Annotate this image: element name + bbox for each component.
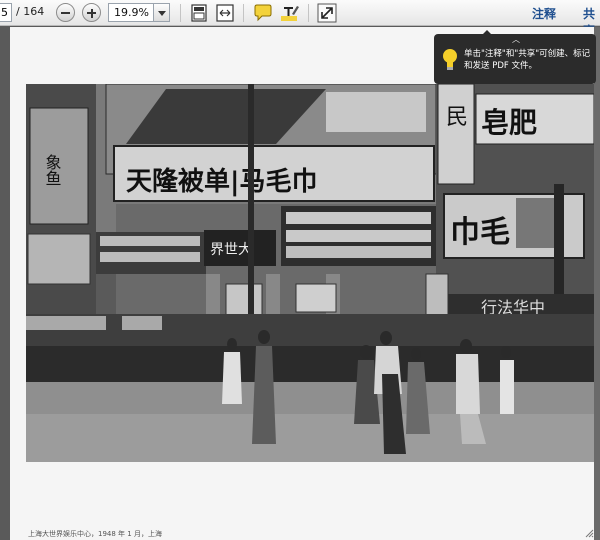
page-number-input[interactable]: 5 [0, 3, 12, 22]
zoom-level-field[interactable]: 19.9% [108, 3, 154, 22]
center-sign-text: 界世大 [210, 242, 252, 258]
scrollbar-gutter [594, 27, 600, 540]
toolbar-divider [243, 4, 244, 22]
tooltip-text: 单击"注释"和"共享"可创建、标记和发送 PDF 文件。 [464, 49, 591, 71]
highlight-text-button[interactable] [278, 2, 300, 24]
highlighter-icon [281, 6, 299, 21]
street-photo-image: 象鱼 天隆被单|马毛巾 界世大 民 皂肥 巾毛 行法华中 [26, 84, 594, 462]
speech-bubble-icon [254, 4, 272, 22]
zoom-in-button[interactable] [82, 3, 101, 22]
toolbar-divider [180, 4, 181, 22]
photo-caption: 上海大世界娱乐中心，1948 年 1 月，上海 [28, 530, 162, 538]
main-banner-text: 天隆被单|马毛巾 [126, 167, 318, 197]
towel-sign-text: 巾毛 [450, 215, 510, 250]
fit-width-icon [216, 4, 234, 22]
collapse-chevron-icon[interactable]: ︿ [512, 36, 520, 44]
comment-panel-link[interactable]: 注释 [532, 5, 556, 22]
soap-sign-text: 皂肥 [481, 106, 537, 139]
left-sign-text: 象鱼 [43, 154, 62, 186]
minus-icon [61, 12, 70, 14]
expand-button[interactable] [316, 2, 338, 24]
resize-grip-icon[interactable] [584, 528, 594, 538]
add-note-button[interactable] [252, 2, 274, 24]
page-total-label: / 164 [16, 5, 45, 18]
tooltip-callout[interactable]: ︿ 单击"注释"和"共享"可创建、标记和发送 PDF 文件。 [434, 34, 596, 84]
toolbar-divider [308, 4, 309, 22]
zoom-out-button[interactable] [56, 3, 75, 22]
chevron-down-icon [158, 11, 166, 16]
zoom-dropdown-button[interactable] [154, 3, 170, 22]
expand-arrows-icon [317, 3, 337, 23]
full-screen-button[interactable] [214, 2, 236, 24]
fit-page-icon [191, 4, 207, 22]
right-top-sign-text: 民 [446, 105, 468, 130]
plus-icon [90, 8, 93, 18]
street-photo: 象鱼 天隆被单|马毛巾 界世大 民 皂肥 巾毛 行法华中 [26, 84, 594, 462]
fit-page-button[interactable] [188, 2, 210, 24]
pdf-toolbar: 5 / 164 19.9% 注释 共 [0, 0, 600, 38]
lightbulb-icon [443, 49, 457, 70]
